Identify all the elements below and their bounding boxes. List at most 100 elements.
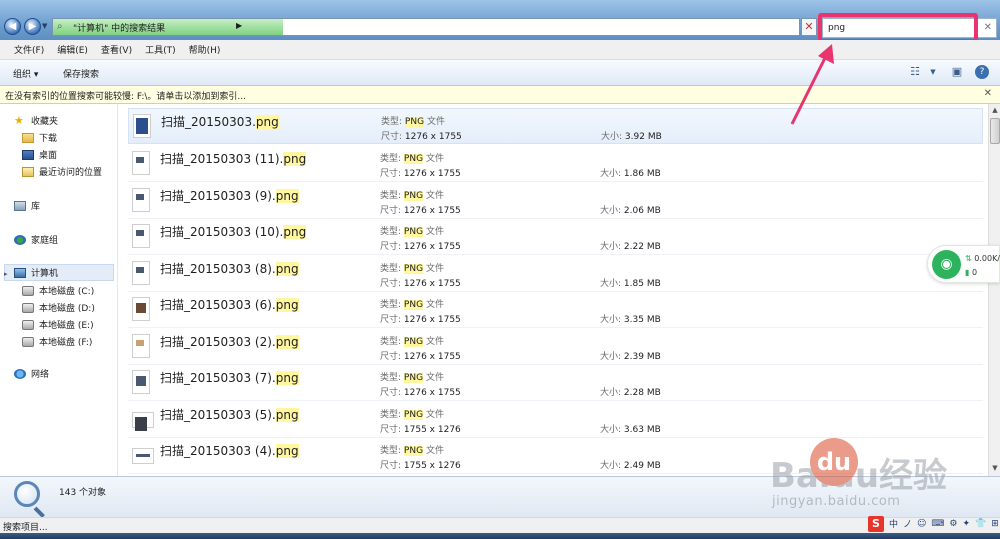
scroll-up-icon[interactable]: ▲: [990, 106, 1000, 116]
scroll-thumb[interactable]: [990, 118, 1000, 144]
list-item[interactable]: 扫描_20150303 (5).png 类型: PNG 文件 尺寸: 1755 …: [128, 402, 983, 438]
nav-drive-d[interactable]: 本地磁盘 (D:): [22, 301, 95, 314]
clear-search-icon[interactable]: ✕: [984, 22, 992, 33]
wifi-speed-widget[interactable]: ◉ ⇅ 0.00K/s ▮ 0: [927, 245, 1000, 283]
search-results-icon: [14, 481, 40, 507]
file-size: 大小: 2.06 MB: [600, 206, 661, 216]
ime-menu-icon[interactable]: ⊞: [991, 519, 999, 529]
file-type: 类型: PNG 文件: [380, 337, 444, 347]
ime-chinese-mode[interactable]: 中: [889, 517, 898, 530]
file-type: 类型: PNG 文件: [380, 410, 444, 420]
preview-pane-icon[interactable]: ▣: [950, 65, 964, 79]
highlight-annotation-box: [818, 13, 978, 43]
list-item[interactable]: 扫描_20150303 (6).png 类型: PNG 文件 尺寸: 1276 …: [128, 292, 983, 328]
command-toolbar: 组织 ▾ 保存搜索 ☷ ▼ ▣ ?: [0, 60, 1000, 86]
list-item[interactable]: 扫描_20150303.png 类型: PNG 文件 尺寸: 1276 x 17…: [128, 108, 983, 144]
file-size: 大小: 1.85 MB: [600, 279, 661, 289]
ime-emoji-icon[interactable]: ☺: [917, 519, 926, 529]
ime-punctuation-icon[interactable]: ノ: [903, 517, 912, 530]
file-dimensions: 尺寸: 1276 x 1755: [380, 206, 461, 216]
desktop-icon: [22, 149, 34, 160]
wifi-speed: ⇅ 0.00K/s: [965, 254, 1000, 263]
file-thumbnail: [132, 412, 154, 431]
view-dropdown-icon[interactable]: ▼: [926, 68, 940, 82]
index-info-bar[interactable]: 在没有索引的位置搜索可能较慢: F:\。请单击以添加到索引... ✕: [0, 86, 1000, 104]
file-thumbnail: [132, 334, 150, 358]
file-size: 大小: 3.92 MB: [601, 132, 662, 142]
list-item[interactable]: 扫描_20150303 (7).png 类型: PNG 文件 尺寸: 1276 …: [128, 365, 983, 401]
recent-places-icon: [22, 166, 34, 177]
file-name: 扫描_20150303 (8).png: [160, 262, 299, 276]
menu-view[interactable]: 查看(V): [101, 43, 132, 56]
list-item[interactable]: 扫描_20150303 (9).png 类型: PNG 文件 尺寸: 1276 …: [128, 183, 983, 219]
file-name: 扫描_20150303 (6).png: [160, 298, 299, 312]
sogou-ime-icon[interactable]: S: [868, 515, 884, 532]
forward-button[interactable]: ▶: [24, 18, 41, 35]
nav-desktop[interactable]: 桌面: [22, 148, 57, 161]
address-bar: ◀ ▶ ▼ ⌕ "计算机" 中的搜索结果 ▶ ✕ png ✕: [0, 0, 1000, 43]
network-icon: [14, 368, 26, 379]
info-bar-text: 在没有索引的位置搜索可能较慢: F:\。请单击以添加到索引...: [5, 92, 247, 102]
ime-toolbar: S 中 ノ ☺ ⌨ ⚙ ✦ 👕 ⊞: [866, 514, 1000, 533]
ime-skin-icon[interactable]: ✦: [963, 519, 971, 529]
menu-tools[interactable]: 工具(T): [145, 43, 176, 56]
help-icon[interactable]: ?: [975, 65, 989, 79]
drive-icon: [22, 319, 34, 330]
list-item[interactable]: 扫描_20150303 (10).png 类型: PNG 文件 尺寸: 1276…: [128, 219, 983, 255]
nav-drive-c[interactable]: 本地磁盘 (C:): [22, 284, 94, 297]
file-type: 类型: PNG 文件: [380, 300, 444, 310]
nav-drive-e[interactable]: 本地磁盘 (E:): [22, 318, 94, 331]
list-item[interactable]: 扫描_20150303 (11).png 类型: PNG 文件 尺寸: 1276…: [128, 146, 983, 182]
star-icon: ★: [14, 113, 24, 127]
wifi-icon: ◉: [932, 250, 961, 279]
ime-toolbox-icon[interactable]: 👕: [975, 519, 986, 529]
nav-libraries[interactable]: 库: [14, 199, 40, 212]
back-button[interactable]: ◀: [4, 18, 21, 35]
close-icon[interactable]: ✕: [984, 88, 992, 99]
list-item[interactable]: 扫描_20150303 (2).png 类型: PNG 文件 尺寸: 1276 …: [128, 329, 983, 365]
nav-downloads[interactable]: 下载: [22, 131, 57, 144]
file-type: 类型: PNG 文件: [380, 264, 444, 274]
nav-recent[interactable]: 最近访问的位置: [22, 165, 102, 178]
nav-drive-f[interactable]: 本地磁盘 (F:): [22, 335, 92, 348]
nav-downloads-label: 下载: [39, 134, 58, 144]
file-size: 大小: 1.86 MB: [600, 169, 661, 179]
breadcrumb-arrow-icon[interactable]: ▶: [236, 21, 242, 30]
menu-help[interactable]: 帮助(H): [189, 43, 221, 56]
nav-favorites[interactable]: ★ 收藏夹: [14, 113, 58, 128]
menu-file[interactable]: 文件(F): [14, 43, 44, 56]
file-type: 类型: PNG 文件: [380, 373, 444, 383]
list-item[interactable]: 扫描_20150303 (8).png 类型: PNG 文件 尺寸: 1276 …: [128, 256, 983, 292]
save-search-button[interactable]: 保存搜索: [63, 67, 99, 80]
drive-icon: [22, 302, 34, 313]
ime-keyboard-icon[interactable]: ⌨: [931, 519, 944, 529]
address-field[interactable]: ⌕ "计算机" 中的搜索结果 ▶: [52, 18, 800, 36]
recent-pages-dropdown[interactable]: ▼: [42, 22, 47, 30]
library-icon: [14, 200, 26, 211]
view-options-icon[interactable]: ☷: [908, 65, 922, 79]
scroll-down-icon[interactable]: ▼: [990, 464, 1000, 474]
nav-drive-c-label: 本地磁盘 (C:): [39, 287, 95, 297]
nav-computer-label: 计算机: [31, 269, 59, 279]
menu-edit[interactable]: 编辑(E): [57, 43, 88, 56]
stop-search-button[interactable]: ✕: [801, 18, 817, 36]
file-size: 大小: 3.63 MB: [600, 425, 661, 435]
ime-settings-icon[interactable]: ⚙: [949, 519, 957, 529]
file-type: 类型: PNG 文件: [380, 191, 444, 201]
nav-computer[interactable]: 计算机: [14, 266, 58, 279]
expand-computer-icon[interactable]: ▸: [4, 270, 8, 278]
search-icon: ⌕: [57, 21, 63, 32]
nav-network[interactable]: 网络: [14, 367, 49, 380]
drive-icon: [22, 285, 34, 296]
list-item[interactable]: 扫描_20150303 (4).png 类型: PNG 文件 尺寸: 1755 …: [128, 438, 983, 474]
nav-drive-f-label: 本地磁盘 (F:): [39, 338, 93, 348]
details-pane: 143 个对象: [0, 476, 1000, 517]
file-name: 扫描_20150303 (9).png: [160, 189, 299, 203]
file-size: 大小: 2.39 MB: [600, 352, 661, 362]
organize-button[interactable]: 组织 ▾: [13, 67, 38, 80]
navigation-pane: ▸ ★ 收藏夹 下载 桌面 最近访问的位置 库 家庭组 计算机 本地磁盘 (C:…: [0, 104, 117, 476]
nav-homegroup[interactable]: 家庭组: [14, 233, 58, 246]
vertical-scrollbar[interactable]: ▲ ▼: [988, 104, 1000, 476]
breadcrumb[interactable]: "计算机" 中的搜索结果: [73, 21, 165, 34]
nav-recent-label: 最近访问的位置: [39, 168, 103, 178]
